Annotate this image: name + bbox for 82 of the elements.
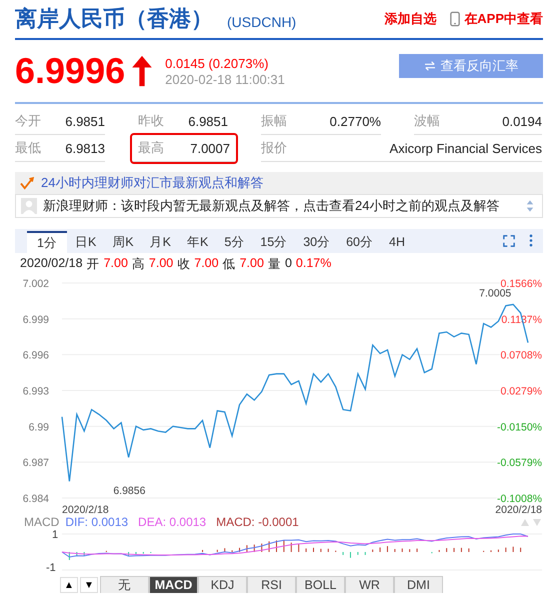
percent-tick-label: -0.1008%	[497, 493, 542, 505]
opinion-title-link[interactable]: 24小时内理财师对汇市最新观点和解答	[41, 174, 264, 192]
stat-label: 最高	[138, 139, 164, 157]
y-tick-label: 6.996	[22, 350, 49, 362]
bar-value: 0	[284, 256, 292, 272]
bar-label: 开	[86, 256, 100, 273]
stat-label: 今开	[15, 112, 41, 130]
currency-code: (USDCNH)	[227, 14, 296, 30]
app-view-link[interactable]: 在APP中查看	[464, 10, 543, 28]
y-tick-label: 6.984	[22, 493, 49, 505]
bar-change: 0.17%	[296, 256, 332, 272]
bar-value: 7.00	[240, 256, 264, 272]
stat-value: 0.0194	[502, 114, 542, 128]
min-price-label: 6.9856	[113, 485, 146, 497]
y-tick-label: 6.987	[22, 457, 49, 470]
chart-tab[interactable]: 年K	[178, 231, 216, 253]
bar-label: 收	[177, 256, 190, 273]
bar-value: 7.00	[148, 256, 174, 272]
chart-tab[interactable]: 月K	[142, 231, 179, 253]
price: 6.9996	[15, 50, 126, 92]
quote-time: 2020-02-18 11:00:31	[165, 72, 285, 86]
x-axis-label: 2020/2/18	[495, 504, 542, 515]
indicator-tab[interactable]: DMI	[394, 576, 443, 593]
macd-tick-label: 1	[52, 529, 58, 541]
chart-tab[interactable]: 5分	[216, 231, 252, 253]
more-icon[interactable]	[529, 234, 533, 247]
max-price-label: 7.0005	[479, 288, 512, 300]
percent-tick-label: 0.0708%	[500, 350, 542, 362]
y-tick-label: 6.99	[28, 421, 49, 434]
indicator-tab[interactable]: BOLL	[296, 576, 345, 593]
avatar-icon	[21, 198, 37, 214]
indicator-tab[interactable]: MACD	[149, 576, 198, 593]
chart-tab[interactable]: 4H	[381, 231, 413, 253]
bar-label: 高	[132, 256, 145, 273]
fullscreen-icon[interactable]	[503, 235, 515, 247]
stat-label: 波幅	[414, 112, 440, 130]
macd-tick-label: -1	[46, 562, 56, 574]
stat-value: 0.2770%	[330, 114, 381, 128]
percent-tick-label: 0.0279%	[500, 386, 542, 398]
stat-value: 6.9851	[188, 114, 228, 128]
chart-tab[interactable]: 1分	[27, 231, 67, 253]
indicator-tab[interactable]: WR	[345, 576, 394, 593]
chart-tab[interactable]: 30分	[295, 231, 338, 253]
stat-label: 昨收	[138, 112, 164, 130]
bar-label: 量	[268, 256, 281, 273]
stat-label: 报价	[261, 139, 287, 157]
trend-arrow-icon	[20, 176, 35, 190]
chart-tab[interactable]: 60分	[338, 231, 381, 253]
page-title: 离岸人民币（香港）	[15, 5, 213, 33]
dif-value: DIF: 0.0013	[65, 515, 128, 529]
stat-value: Axicorp Financial Services	[390, 140, 542, 156]
bar-value: 7.00	[104, 256, 128, 272]
indicator-tab[interactable]: KDJ	[198, 576, 247, 593]
stat-value: 6.9813	[65, 140, 105, 156]
phone-icon	[450, 11, 460, 27]
macd-value: MACD: -0.0001	[216, 515, 299, 529]
percent-tick-label: -0.0150%	[497, 421, 542, 434]
y-tick-label: 7.002	[22, 278, 49, 290]
stat-value: 7.0007	[190, 140, 230, 156]
percent-tick-label: -0.0579%	[497, 457, 542, 470]
add-watchlist-link[interactable]: 添加自选	[384, 10, 436, 28]
macd-label: MACD	[24, 515, 60, 529]
bar-value: 7.00	[194, 256, 219, 272]
bar-date: 2020/02/18	[20, 256, 83, 272]
y-tick-label: 6.999	[22, 314, 49, 326]
scroll-down-button[interactable]: ▼	[80, 577, 98, 593]
dea-value: DEA: 0.0013	[138, 515, 206, 529]
scroll-up-button[interactable]: ▲	[60, 577, 78, 593]
chart-tab[interactable]: 15分	[252, 231, 296, 253]
swap-icon	[424, 61, 436, 71]
stat-label: 振幅	[261, 112, 287, 130]
stat-label: 最低	[15, 139, 41, 157]
x-axis-label: 2020/2/18	[62, 504, 109, 515]
chart-tab[interactable]: 日K	[66, 231, 104, 253]
y-tick-label: 6.993	[22, 386, 49, 398]
percent-tick-label: 0.1566%	[500, 278, 542, 290]
indicator-tab[interactable]: 无	[100, 576, 149, 593]
bar-label: 低	[222, 256, 236, 273]
stat-value: 6.9851	[65, 114, 105, 128]
indicator-tab[interactable]: RSI	[247, 576, 296, 593]
chart-tab[interactable]: 周K	[104, 231, 142, 253]
price-change: 0.0145 (0.2073%)	[165, 56, 270, 70]
